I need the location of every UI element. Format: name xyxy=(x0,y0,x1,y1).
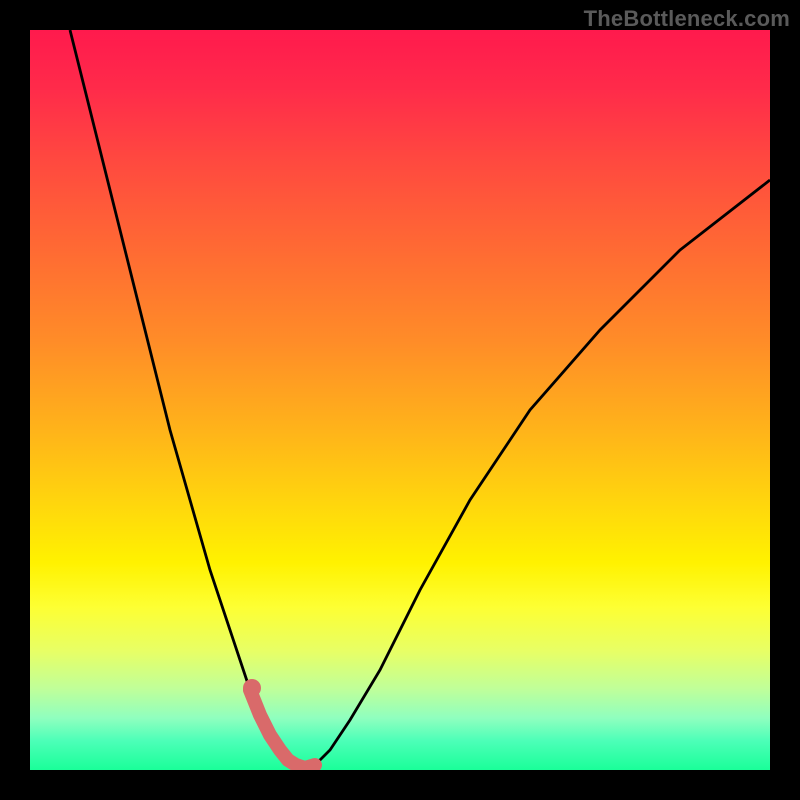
valley-highlight xyxy=(250,690,315,768)
highlight-dot xyxy=(243,679,261,697)
watermark-text: TheBottleneck.com xyxy=(584,6,790,32)
chart-svg xyxy=(30,30,770,770)
plot-area xyxy=(30,30,770,770)
bottleneck-curve xyxy=(70,30,770,768)
chart-frame: TheBottleneck.com xyxy=(0,0,800,800)
